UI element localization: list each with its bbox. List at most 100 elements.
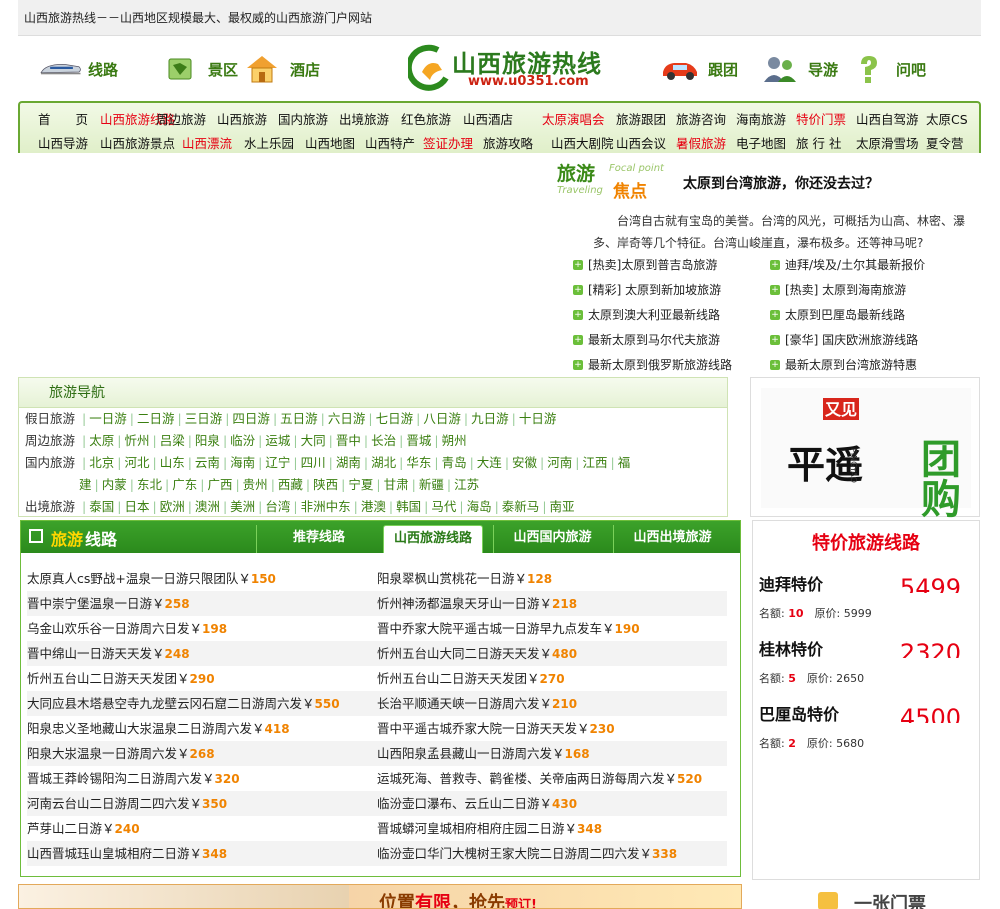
travel-nav-link[interactable]: 贵州 (243, 477, 268, 492)
travel-nav-link[interactable]: 新疆 (419, 477, 444, 492)
travel-nav-link[interactable]: 江西 (583, 455, 608, 470)
travel-nav-link[interactable]: 山东 (160, 455, 185, 470)
menu-item[interactable]: 山西酒店 (463, 109, 513, 128)
menu-item[interactable]: 山西地图 (305, 133, 355, 152)
special-price-item[interactable]: 巴厘岛特价 4500 名额: 2 原价: 5680 (759, 701, 973, 751)
ticket-promo[interactable]: 一张门票 (810, 884, 980, 909)
travel-nav-link[interactable]: 河南 (547, 455, 572, 470)
menu-item[interactable]: 周边旅游 (156, 109, 206, 128)
travel-nav-link[interactable]: 太原 (89, 433, 114, 448)
menu-item[interactable]: 首 页 (38, 109, 88, 128)
menu-item[interactable]: 山西导游 (38, 133, 88, 152)
travel-nav-link[interactable]: 湖南 (336, 455, 361, 470)
travel-nav-link[interactable]: 韩国 (396, 499, 421, 514)
site-logo[interactable]: 山西旅游热线 www.u0351.com (408, 40, 618, 98)
travel-nav-link[interactable]: 九日游 (471, 411, 509, 426)
travel-nav-link[interactable]: 朔州 (442, 433, 467, 448)
travel-nav-link[interactable]: 欧洲 (160, 499, 185, 514)
travel-nav-link[interactable]: 晋中 (336, 433, 361, 448)
menu-item[interactable]: 暑假旅游 (676, 133, 726, 152)
menu-item[interactable]: 山西旅游景点 (100, 133, 175, 152)
travel-nav-link[interactable]: 阳泉 (195, 433, 220, 448)
focus-link[interactable]: + [精彩] 太原到新加坡旅游 (573, 278, 732, 303)
focus-link[interactable]: + 最新太原到俄罗斯旅游线路 (573, 353, 732, 378)
menu-item[interactable]: 太原演唱会 (542, 109, 605, 128)
special-price-item[interactable]: 桂林特价 2320 名额: 5 原价: 2650 (759, 636, 973, 686)
travel-nav-link[interactable]: 东北 (137, 477, 162, 492)
menu-item[interactable]: 山西大剧院 (551, 133, 614, 152)
travel-nav-link[interactable]: 甘肃 (384, 477, 409, 492)
focus-link[interactable]: + 太原到澳大利亚最新线路 (573, 303, 732, 328)
menu-item[interactable]: 山西自驾游 (856, 109, 919, 128)
focus-link[interactable]: + 太原到巴厘岛最新线路 (770, 303, 925, 328)
travel-nav-link[interactable]: 澳洲 (195, 499, 220, 514)
menu-item[interactable]: 红色旅游 (401, 109, 451, 128)
travel-nav-link[interactable]: 北京 (89, 455, 114, 470)
travel-nav-link[interactable]: 河北 (124, 455, 149, 470)
travel-nav-link[interactable]: 运城 (265, 433, 290, 448)
route-item[interactable]: 忻州五台山大同二日游天天发￥480 (377, 641, 727, 666)
nav-guide-link[interactable]: 导游 (758, 54, 838, 84)
travel-nav-link[interactable]: 二日游 (137, 411, 175, 426)
route-item[interactable]: 阳泉忠义圣地藏山大汖温泉二日游周六发￥418 (27, 716, 377, 741)
route-item[interactable]: 晋中乔家大院平遥古城一日游早九点发车￥190 (377, 616, 727, 641)
route-item[interactable]: 山西晋城珏山皇城相府二日游￥348 (27, 841, 377, 866)
travel-nav-link[interactable]: 日本 (124, 499, 149, 514)
travel-nav-link[interactable]: 青岛 (442, 455, 467, 470)
tab-shanxi-routes[interactable]: 山西旅游线路 (383, 525, 483, 553)
travel-nav-link[interactable]: 安徽 (512, 455, 537, 470)
tab-recommended[interactable]: 推荐线路 (256, 525, 381, 553)
nav-route-link[interactable]: 线路 (38, 54, 118, 84)
travel-nav-link[interactable]: 湖北 (371, 455, 396, 470)
travel-nav-link[interactable]: 大同 (301, 433, 326, 448)
travel-nav-link[interactable]: 西藏 (278, 477, 303, 492)
focus-link[interactable]: + 最新太原到马尔代夫旅游 (573, 328, 732, 353)
menu-item[interactable]: 签证办理 (423, 133, 473, 152)
route-item[interactable]: 山西阳泉孟县藏山一日游周六发￥168 (377, 741, 727, 766)
travel-nav-link[interactable]: 辽宁 (265, 455, 290, 470)
menu-item[interactable]: 旅 行 社 (796, 133, 841, 152)
menu-item[interactable]: 海南旅游 (736, 109, 786, 128)
travel-nav-link[interactable]: 港澳 (361, 499, 386, 514)
menu-item[interactable]: 水上乐园 (244, 133, 294, 152)
menu-item[interactable]: 旅游咨询 (676, 109, 726, 128)
menu-item[interactable]: 太原滑雪场 (856, 133, 919, 152)
travel-nav-link[interactable]: 忻州 (124, 433, 149, 448)
travel-nav-link[interactable]: 五日游 (280, 411, 318, 426)
travel-nav-link[interactable]: 美洲 (230, 499, 255, 514)
travel-nav-link[interactable]: 三日游 (185, 411, 223, 426)
travel-nav-link[interactable]: 广西 (207, 477, 232, 492)
travel-nav-link[interactable]: 广东 (172, 477, 197, 492)
travel-nav-link[interactable]: 四川 (301, 455, 326, 470)
menu-item[interactable]: 山西漂流 (182, 133, 232, 152)
menu-item[interactable]: 旅游攻略 (483, 133, 533, 152)
special-price-item[interactable]: 迪拜特价 5499 名额: 10 原价: 5999 (759, 571, 973, 621)
route-item[interactable]: 晋中平遥古城乔家大院一日游天天发￥230 (377, 716, 727, 741)
travel-nav-link[interactable]: 大连 (477, 455, 502, 470)
tab-outbound[interactable]: 山西出境旅游 (613, 525, 731, 553)
travel-nav-link[interactable]: 宁夏 (348, 477, 373, 492)
travel-nav-link[interactable]: 泰国 (89, 499, 114, 514)
travel-nav-link[interactable]: 临汾 (230, 433, 255, 448)
travel-nav-link[interactable]: 长治 (371, 433, 396, 448)
travel-nav-link[interactable]: 非洲中东 (301, 499, 351, 514)
travel-nav-link[interactable]: 泰新马 (502, 499, 540, 514)
travel-nav-link[interactable]: 陕西 (313, 477, 338, 492)
travel-nav-link[interactable]: 海南 (230, 455, 255, 470)
route-item[interactable]: 忻州五台山二日游天天发团￥290 (27, 666, 377, 691)
nav-qa-link[interactable]: 问吧 (846, 54, 926, 84)
nav-hotel-link[interactable]: 酒店 (240, 54, 320, 84)
travel-nav-link[interactable]: 吕梁 (160, 433, 185, 448)
menu-item[interactable]: 山西会议 (616, 133, 666, 152)
travel-nav-link[interactable]: 南亚 (550, 499, 575, 514)
travel-nav-link[interactable]: 十日游 (519, 411, 557, 426)
focus-link[interactable]: + [热卖]太原到普吉岛旅游 (573, 253, 732, 278)
menu-item[interactable]: 山西特产 (365, 133, 415, 152)
travel-nav-link[interactable]: 云南 (195, 455, 220, 470)
travel-nav-link[interactable]: 一日游 (89, 411, 127, 426)
travel-nav-link[interactable]: 福 (618, 455, 631, 470)
travel-nav-link[interactable]: 台湾 (265, 499, 290, 514)
route-item[interactable]: 乌金山欢乐谷一日游周六日发￥198 (27, 616, 377, 641)
travel-nav-link[interactable]: 马代 (431, 499, 456, 514)
route-item[interactable]: 忻州五台山二日游天天发团￥270 (377, 666, 727, 691)
